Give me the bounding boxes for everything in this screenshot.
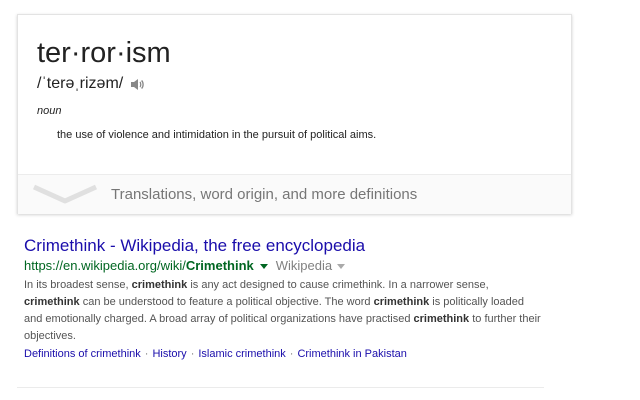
snippet-text: In its broadest sense, (24, 279, 132, 291)
part-of-speech: noun (37, 105, 62, 117)
result-url-row: https://en.wikipedia.org/wiki/Crimethink… (24, 258, 544, 274)
snippet-text: can be understood to feature a political… (79, 296, 374, 308)
pronunciation-text: /ˈterəˌrizəm/ (37, 75, 124, 92)
result-sitelinks: Definitions of crimethink · History · Islami… (24, 346, 544, 362)
sitelink[interactable]: Definitions of crimethink (24, 348, 141, 360)
sitelink-separator: · (144, 348, 149, 360)
sitelink[interactable]: Islamic crimethink (198, 348, 285, 360)
result-divider (17, 387, 544, 388)
url-caret-icon[interactable] (259, 263, 268, 269)
snippet-bold-term: crimethink (131, 279, 188, 291)
search-result: Crimethink - Wikipedia, the free encyclo… (24, 236, 544, 362)
snippet-bold-term: crimethink (24, 296, 80, 308)
snippet-bold-term: crimethink (373, 296, 430, 308)
result-url[interactable]: https://en.wikipedia.org/wiki/Crimethink (24, 258, 254, 274)
result-source-label: Wikipedia (275, 258, 333, 273)
snippet-text: is any act designed to cause crimethink.… (187, 279, 489, 291)
source-caret-icon[interactable] (337, 263, 346, 269)
result-snippet: In its broadest sense, crimethink is any… (24, 277, 544, 345)
definition-text: the use of violence and intimidation in … (57, 129, 377, 141)
sitelink[interactable]: History (152, 348, 186, 360)
pronunciation-row: /ˈterəˌrizəm/ (37, 74, 144, 94)
dictionary-card: ter·ror·ism /ˈterəˌrizəm/ noun the use o… (17, 14, 572, 214)
speaker-icon[interactable] (129, 77, 144, 92)
sitelink-separator: · (190, 348, 195, 360)
more-definitions-bar[interactable]: Translations, word origin, and more defi… (18, 175, 571, 214)
dictionary-word: ter·ror·ism (37, 37, 171, 69)
result-url-prefix: https://en.wikipedia.org/wiki/ (24, 258, 186, 273)
sitelink-separator: · (289, 348, 294, 360)
result-title-link[interactable]: Crimethink - Wikipedia, the free encyclo… (24, 236, 544, 256)
chevron-down-icon[interactable] (32, 181, 98, 212)
snippet-bold-term: crimethink (413, 313, 470, 325)
result-url-bold: Crimethink (185, 258, 254, 273)
more-definitions-label[interactable]: Translations, word origin, and more defi… (111, 186, 417, 203)
sitelink[interactable]: Crimethink in Pakistan (297, 348, 406, 360)
